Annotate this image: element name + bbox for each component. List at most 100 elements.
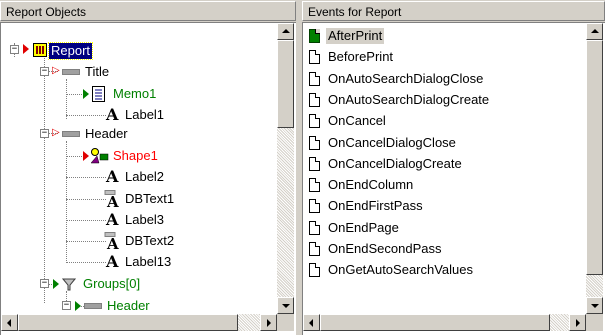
label-icon: A — [106, 105, 119, 124]
event-label: OnCancelDialogCreate — [328, 155, 462, 171]
event-item[interactable]: OnCancelDialogCreate — [307, 154, 582, 175]
tree-node-label3[interactable]: A Label3 — [1, 211, 201, 231]
scroll-thumb[interactable] — [18, 314, 238, 331]
event-page-icon — [309, 242, 320, 256]
scroll-left-button[interactable] — [303, 314, 320, 331]
green-arrow-icon — [83, 89, 89, 99]
tree-node-label: Title — [85, 64, 110, 79]
event-item[interactable]: BeforePrint — [307, 47, 582, 68]
scroll-down-button[interactable] — [277, 297, 294, 314]
green-arrow-icon — [75, 301, 81, 311]
scroll-right-button[interactable] — [569, 314, 586, 331]
right-horizontal-scrollbar[interactable] — [303, 314, 586, 331]
tree-node-label: DBText1 — [125, 191, 175, 206]
dbtext-icon: A — [104, 190, 119, 208]
tree-node-label: Report — [47, 42, 94, 60]
collapse-toggle[interactable]: − — [10, 45, 19, 54]
tree-node-title-band[interactable]: − ▷ Title — [1, 63, 201, 83]
scroll-thumb[interactable] — [586, 40, 603, 275]
left-vertical-scrollbar[interactable] — [277, 23, 294, 314]
svg-text:A: A — [106, 235, 119, 250]
scroll-up-button[interactable] — [277, 23, 294, 40]
event-item[interactable]: OnEndSecondPass — [307, 239, 582, 260]
event-label: OnGetAutoSearchValues — [328, 262, 474, 278]
band-icon — [62, 69, 80, 75]
tree-node-label: Header — [107, 298, 150, 313]
event-page-icon — [309, 156, 320, 171]
events-list[interactable]: AfterPrint BeforePrint OnAutoSearchDialogC… — [302, 22, 605, 335]
inactive-arrow-icon: ▷ — [52, 127, 60, 138]
tree-node-label: Shape1 — [113, 148, 158, 163]
tree-node-label: Memo1 — [113, 86, 157, 101]
collapse-toggle[interactable]: − — [62, 301, 71, 310]
event-page-icon — [309, 135, 320, 150]
event-label: BeforePrint — [328, 49, 394, 65]
event-label: OnAutoSearchDialogCreate — [328, 91, 490, 107]
assigned-event-icon — [309, 29, 320, 43]
tree-node-label: DBText2 — [125, 233, 175, 248]
tree-node-dbtext2[interactable]: A DBText2 — [1, 232, 201, 252]
inactive-arrow-icon: ▷ — [52, 65, 60, 76]
tree-node-report[interactable]: − Report — [1, 41, 201, 61]
green-arrow-icon — [53, 279, 59, 289]
event-item[interactable]: OnAutoSearchDialogCreate — [307, 90, 582, 111]
svg-text:A: A — [106, 193, 119, 208]
tree-node-label2[interactable]: A Label2 — [1, 168, 201, 188]
event-item[interactable]: OnAutoSearchDialogClose — [307, 69, 582, 90]
event-item[interactable]: OnCancelDialogClose — [307, 133, 582, 154]
event-label: OnCancel — [328, 113, 386, 129]
collapse-toggle[interactable]: − — [40, 129, 49, 138]
band-icon — [62, 131, 80, 137]
left-horizontal-scrollbar[interactable] — [1, 314, 277, 331]
label-icon: A — [106, 252, 119, 271]
tree-node-label: Label2 — [125, 169, 165, 184]
scroll-thumb[interactable] — [320, 314, 550, 331]
tree-node-label1[interactable]: A Label1 — [1, 106, 201, 126]
event-label: OnEndSecondPass — [328, 241, 442, 256]
tree-node-dbtext1[interactable]: A DBText1 — [1, 190, 201, 210]
tree-node-label: Groups[0] — [83, 276, 141, 291]
collapse-toggle[interactable]: − — [40, 67, 49, 76]
event-page-icon — [309, 199, 320, 214]
tree-node-label: Header — [85, 126, 128, 141]
right-vertical-scrollbar[interactable] — [586, 23, 603, 314]
dbtext-icon: A — [104, 232, 119, 250]
event-label: AfterPrint — [326, 28, 385, 44]
event-item[interactable]: OnEndFirstPass — [307, 196, 582, 217]
event-page-icon — [309, 71, 320, 86]
event-item[interactable]: AfterPrint — [307, 26, 582, 47]
tree-node-shape1[interactable]: Shape1 — [1, 147, 201, 167]
event-page-icon — [309, 178, 320, 193]
event-item[interactable]: OnGetAutoSearchValues — [307, 260, 582, 281]
tree-node-header-band[interactable]: − ▷ Header — [1, 125, 201, 145]
scroll-right-button[interactable] — [260, 314, 277, 331]
event-page-icon — [309, 220, 320, 235]
event-label: OnEndFirstPass — [328, 198, 423, 214]
scroll-left-button[interactable] — [1, 314, 18, 331]
scroll-thumb[interactable] — [277, 40, 294, 128]
event-item[interactable]: OnEndPage — [307, 218, 582, 239]
active-arrow-icon — [83, 151, 89, 161]
event-page-icon — [309, 92, 320, 107]
event-item[interactable]: OnCancel — [307, 111, 582, 132]
event-item[interactable]: OnEndColumn — [307, 175, 582, 196]
tree-node-memo1[interactable]: Memo1 — [1, 85, 201, 105]
events-header: Events for Report — [302, 1, 605, 21]
tree-node-groups[interactable]: − Groups[0] — [1, 275, 201, 295]
tree-node-label13[interactable]: A Label13 — [1, 253, 201, 273]
memo-icon — [92, 86, 105, 102]
scroll-down-button[interactable] — [586, 297, 603, 314]
tree-node-label: Label13 — [125, 254, 172, 269]
report-objects-tree[interactable]: − Report − ▷ Title Memo1 A Label1 − ▷ He… — [0, 22, 296, 335]
scroll-up-button[interactable] — [586, 23, 603, 40]
groups-icon — [62, 278, 76, 291]
report-icon — [33, 43, 47, 57]
active-arrow-icon — [23, 44, 29, 54]
band-icon — [84, 303, 102, 309]
event-page-icon — [309, 50, 320, 65]
collapse-toggle[interactable]: − — [40, 279, 49, 288]
label-icon: A — [106, 167, 119, 186]
event-label: OnAutoSearchDialogClose — [328, 70, 484, 86]
scroll-corner — [586, 314, 603, 331]
scroll-corner — [277, 314, 294, 331]
